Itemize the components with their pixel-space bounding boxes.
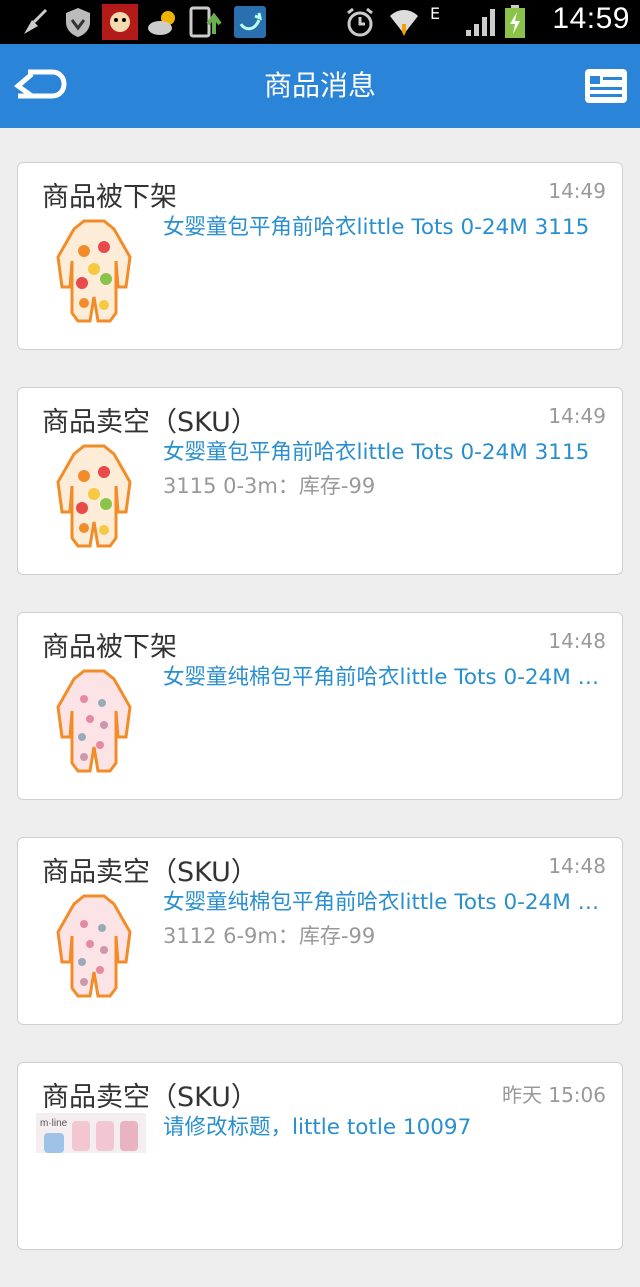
message-card[interactable]: 商品卖空（SKU） 14:48 女婴童纯棉包平角前哈衣little Tots 0… [17,837,623,1025]
product-thumbnail [56,894,132,998]
message-card[interactable]: 商品被下架 14:49 女婴童包平角前哈衣little Tots 0-24M 3… [17,162,623,350]
product-thumbnail [56,219,132,323]
product-link[interactable]: 女婴童包平角前哈衣little Tots 0-24M 3115 [163,210,608,241]
message-title: 商品被下架 [42,632,177,663]
message-time: 14:49 [548,404,606,428]
shield-icon [66,8,90,37]
product-thumbnail: m·line [36,1113,146,1153]
product-link[interactable]: 女婴童包平角前哈衣little Tots 0-24M 3115 [163,435,608,466]
message-time: 14:48 [548,854,606,878]
battery-charging-icon [505,5,525,38]
product-link[interactable]: 女婴童纯棉包平角前哈衣little Tots 0-24M 3112 [163,885,608,916]
message-card[interactable]: 商品被下架 14:48 女婴童纯棉包平角前哈衣little Tots 0-24M… [17,612,623,800]
message-list: 商品被下架 14:49 女婴童包平角前哈衣little Tots 0-24M 3… [17,162,623,1287]
message-card[interactable]: 商品卖空（SKU） 昨天 15:06 请修改标题，little totle 10… [17,1062,623,1250]
cleaner-icon [24,8,48,34]
message-title: 商品卖空（SKU） [42,857,258,888]
product-link[interactable]: 女婴童纯棉包平角前哈衣little Tots 0-24M 3112 [163,660,608,691]
page-title: 商品消息 [263,69,376,102]
message-time: 14:49 [548,179,606,203]
list-icon[interactable] [584,68,628,104]
sku-stock-info: 3115 0-3m：库存-99 [163,474,376,498]
back-icon[interactable] [10,62,70,110]
svg-text:m·line: m·line [40,1118,68,1129]
message-time: 14:48 [548,629,606,653]
message-title: 商品卖空（SKU） [42,407,258,438]
header-bar: 商品消息 [0,44,640,128]
sync-app-icon [234,6,266,38]
alarm-icon [347,7,373,37]
signal-icon [466,9,495,36]
weather-icon [148,11,175,35]
phone-upload-icon [189,6,222,38]
network-type-label: E [430,4,441,23]
message-time: 昨天 15:06 [502,1083,606,1107]
message-title: 商品卖空（SKU） [42,1082,258,1113]
product-link[interactable]: 请修改标题，little totle 10097 [163,1110,608,1141]
product-thumbnail [56,444,132,548]
wifi-icon [390,10,418,36]
clock: 14:59 [552,2,630,35]
cow-app-icon [102,4,138,40]
product-thumbnail [56,669,132,773]
message-title: 商品被下架 [42,182,177,213]
message-card[interactable]: 商品卖空（SKU） 14:49 女婴童包平角前哈衣little Tots 0-2… [17,387,623,575]
sku-stock-info: 3112 6-9m：库存-99 [163,924,376,948]
status-bar: E 14:59 [0,0,640,44]
